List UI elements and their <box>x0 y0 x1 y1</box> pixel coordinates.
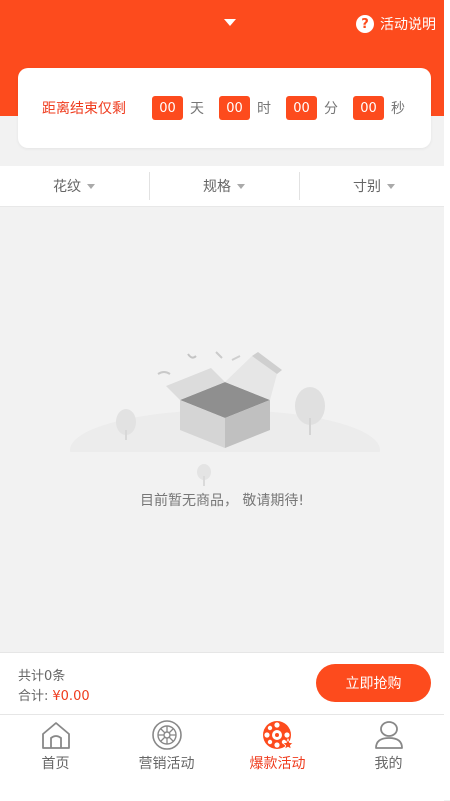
empty-message: 目前暂无商品， 敬请期待! <box>139 493 305 509</box>
tab-marketing-label: 营销活动 <box>138 756 195 772</box>
total-label: 合计: <box>18 689 49 704</box>
user-icon <box>374 721 403 749</box>
buy-now-button[interactable]: 立即抢购 <box>316 664 431 702</box>
countdown-hours: 00 <box>219 96 250 120</box>
dropdown-caret-icon[interactable] <box>224 19 236 26</box>
filter-size-label: 寸别 <box>353 179 381 195</box>
countdown-days-unit: 天 <box>190 101 204 117</box>
countdown-days: 00 <box>152 96 183 120</box>
tab-mine[interactable]: 我的 <box>333 719 444 779</box>
countdown-label: 距离结束仅剩 <box>42 101 126 117</box>
countdown-hours-unit: 时 <box>257 101 271 117</box>
countdown-minutes: 00 <box>286 96 317 120</box>
summary-bar: 共计0条 合计: ¥0.00 立即抢购 <box>0 652 444 715</box>
countdown-card: 距离结束仅剩 00 天 00 时 00 分 00 秒 <box>18 68 431 148</box>
tab-hot-deals[interactable]: 爆款活动 <box>222 719 333 779</box>
caret-down-icon <box>237 183 245 189</box>
activity-rules-link[interactable]: ? 活动说明 <box>356 14 436 34</box>
right-edge-strip <box>444 0 450 800</box>
filter-spec-label: 规格 <box>203 179 231 195</box>
countdown-seconds-unit: 秒 <box>391 101 405 117</box>
total-price: ¥0.00 <box>52 689 90 704</box>
question-icon: ? <box>356 15 374 33</box>
countdown-seconds: 00 <box>353 96 384 120</box>
activity-rules-label: 活动说明 <box>380 17 436 33</box>
bottom-tab-bar: 首页 营销活动 爆款活动 我的 <box>0 714 444 801</box>
caret-down-icon <box>387 183 395 189</box>
filter-bar: 花纹 规格 寸别 <box>0 166 444 207</box>
item-count: 共计0条 <box>18 669 66 684</box>
total-row: 合计: ¥0.00 <box>18 685 90 704</box>
tab-home[interactable]: 首页 <box>0 719 111 779</box>
home-icon <box>41 722 70 749</box>
filter-size[interactable]: 寸别 <box>300 166 448 206</box>
filter-pattern[interactable]: 花纹 <box>0 166 148 206</box>
filter-pattern-label: 花纹 <box>53 179 81 195</box>
tab-marketing[interactable]: 营销活动 <box>111 719 222 779</box>
caret-down-icon <box>87 183 95 189</box>
hot-deal-icon <box>262 721 294 750</box>
filter-spec[interactable]: 规格 <box>150 166 298 206</box>
tab-hot-deals-label: 爆款活动 <box>249 756 306 772</box>
tab-home-label: 首页 <box>41 756 70 772</box>
countdown-minutes-unit: 分 <box>324 101 338 117</box>
tab-mine-label: 我的 <box>374 756 403 772</box>
wheel-icon <box>151 720 182 750</box>
empty-box-illustration <box>70 351 380 490</box>
